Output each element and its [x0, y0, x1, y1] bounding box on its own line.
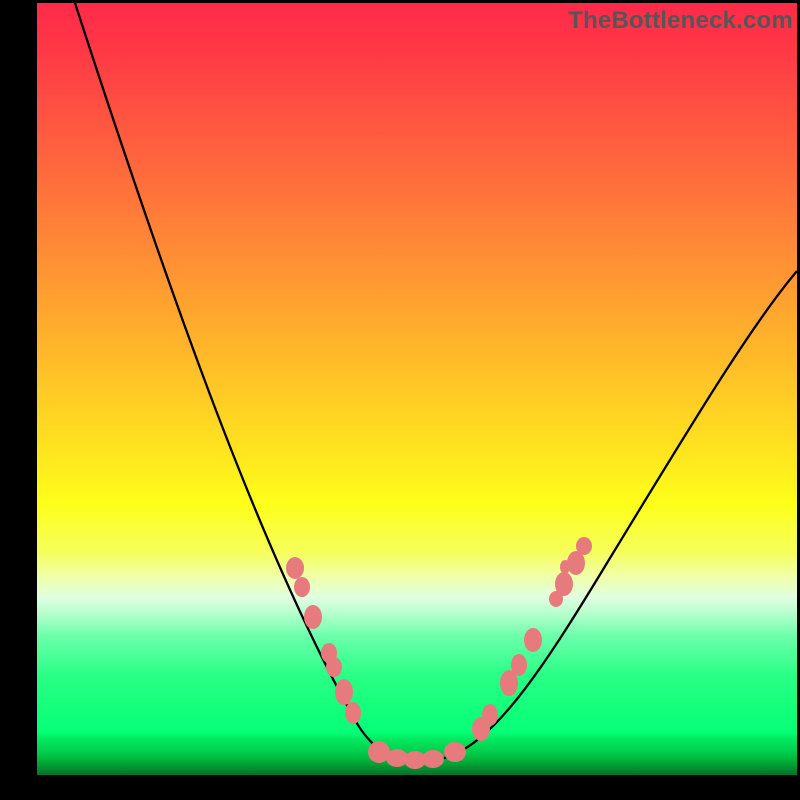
- chart-marker: [511, 654, 527, 676]
- chart-marker: [560, 560, 570, 574]
- chart-marker: [524, 628, 542, 652]
- brand-watermark: TheBottleneck.com: [568, 7, 793, 35]
- chart-marker: [286, 557, 304, 579]
- chart-marker: [444, 742, 466, 762]
- chart-marker: [335, 679, 353, 705]
- chart-marker: [304, 605, 322, 629]
- chart-marker: [326, 657, 342, 677]
- chart-marker: [576, 537, 592, 555]
- chart-plot-area: [37, 3, 797, 775]
- bottleneck-curve: [75, 3, 797, 761]
- chart-marker: [482, 704, 498, 726]
- chart-marker: [422, 750, 444, 768]
- chart-markers: [286, 537, 592, 769]
- chart-svg: [37, 3, 797, 775]
- chart-frame: TheBottleneck.com: [0, 0, 800, 800]
- chart-marker: [345, 702, 361, 724]
- chart-marker: [555, 572, 573, 596]
- chart-marker: [294, 577, 310, 597]
